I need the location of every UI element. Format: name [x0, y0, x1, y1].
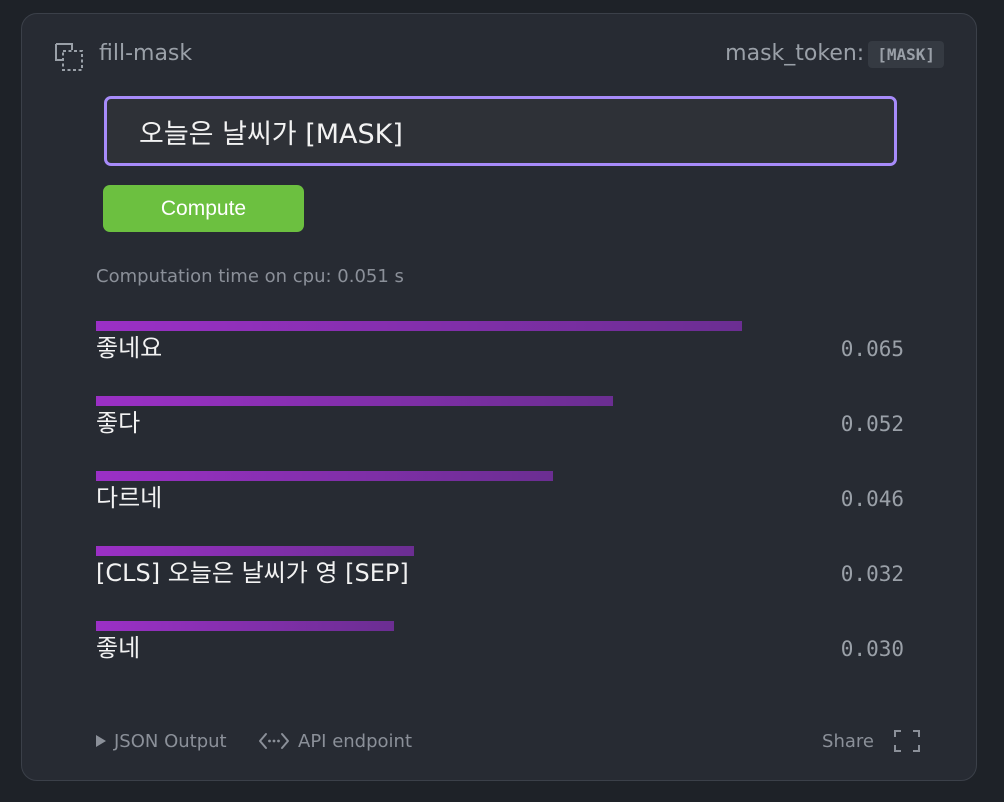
score-bar: [96, 321, 742, 331]
result-score: 0.032: [840, 562, 904, 586]
result-row: 좋다 0.052: [96, 396, 906, 471]
api-endpoint-link[interactable]: API endpoint: [258, 727, 412, 755]
result-label: 좋네: [96, 634, 141, 662]
widget-footer: JSON Output API endpoint Share: [96, 727, 920, 755]
play-triangle-icon: [96, 735, 106, 747]
input-text: 오늘은 날씨가 [MASK]: [139, 118, 403, 150]
computation-time: Computation time on cpu: 0.051 s: [96, 266, 404, 287]
fill-mask-icon: [55, 43, 83, 71]
result-row: 좋네요 0.065: [96, 321, 906, 396]
result-row: [CLS] 오늘은 날씨가 영 [SEP] 0.032: [96, 546, 906, 621]
compute-button[interactable]: Compute: [103, 185, 304, 232]
result-score: 0.030: [840, 637, 904, 661]
result-label: 좋네요: [96, 334, 163, 362]
result-score: 0.065: [840, 337, 904, 361]
result-label: [CLS] 오늘은 날씨가 영 [SEP]: [96, 559, 409, 587]
score-bar: [96, 471, 553, 481]
result-row: 좋네 0.030: [96, 621, 906, 696]
widget-card: fill-mask mask_token: [MASK] 오늘은 날씨가 [MA…: [21, 13, 977, 781]
results-list: 좋네요 0.065 좋다 0.052 다르네 0.046 [CLS] 오늘은 날…: [96, 321, 906, 696]
api-endpoint-label: API endpoint: [298, 730, 413, 752]
share-area: Share: [822, 727, 920, 755]
mask-token-label: mask_token:: [725, 41, 865, 66]
result-score: 0.052: [840, 412, 904, 436]
mask-token-code: [MASK]: [868, 40, 944, 68]
widget-header: fill-mask mask_token: [MASK]: [54, 40, 944, 74]
share-button[interactable]: Share: [822, 731, 874, 752]
json-output-toggle[interactable]: JSON Output: [96, 727, 227, 755]
result-label: 다르네: [96, 484, 163, 512]
score-bar: [96, 621, 394, 631]
text-input[interactable]: 오늘은 날씨가 [MASK]: [104, 96, 897, 166]
result-label: 좋다: [96, 409, 141, 437]
score-bar: [96, 546, 414, 556]
json-output-label: JSON Output: [114, 730, 227, 752]
result-row: 다르네 0.046: [96, 471, 906, 546]
code-brackets-icon: [259, 733, 289, 749]
result-score: 0.046: [840, 487, 904, 511]
score-bar: [96, 396, 613, 406]
task-name: fill-mask: [99, 41, 193, 66]
fullscreen-icon[interactable]: [894, 730, 920, 752]
mask-token-info: mask_token: [MASK]: [725, 40, 944, 68]
